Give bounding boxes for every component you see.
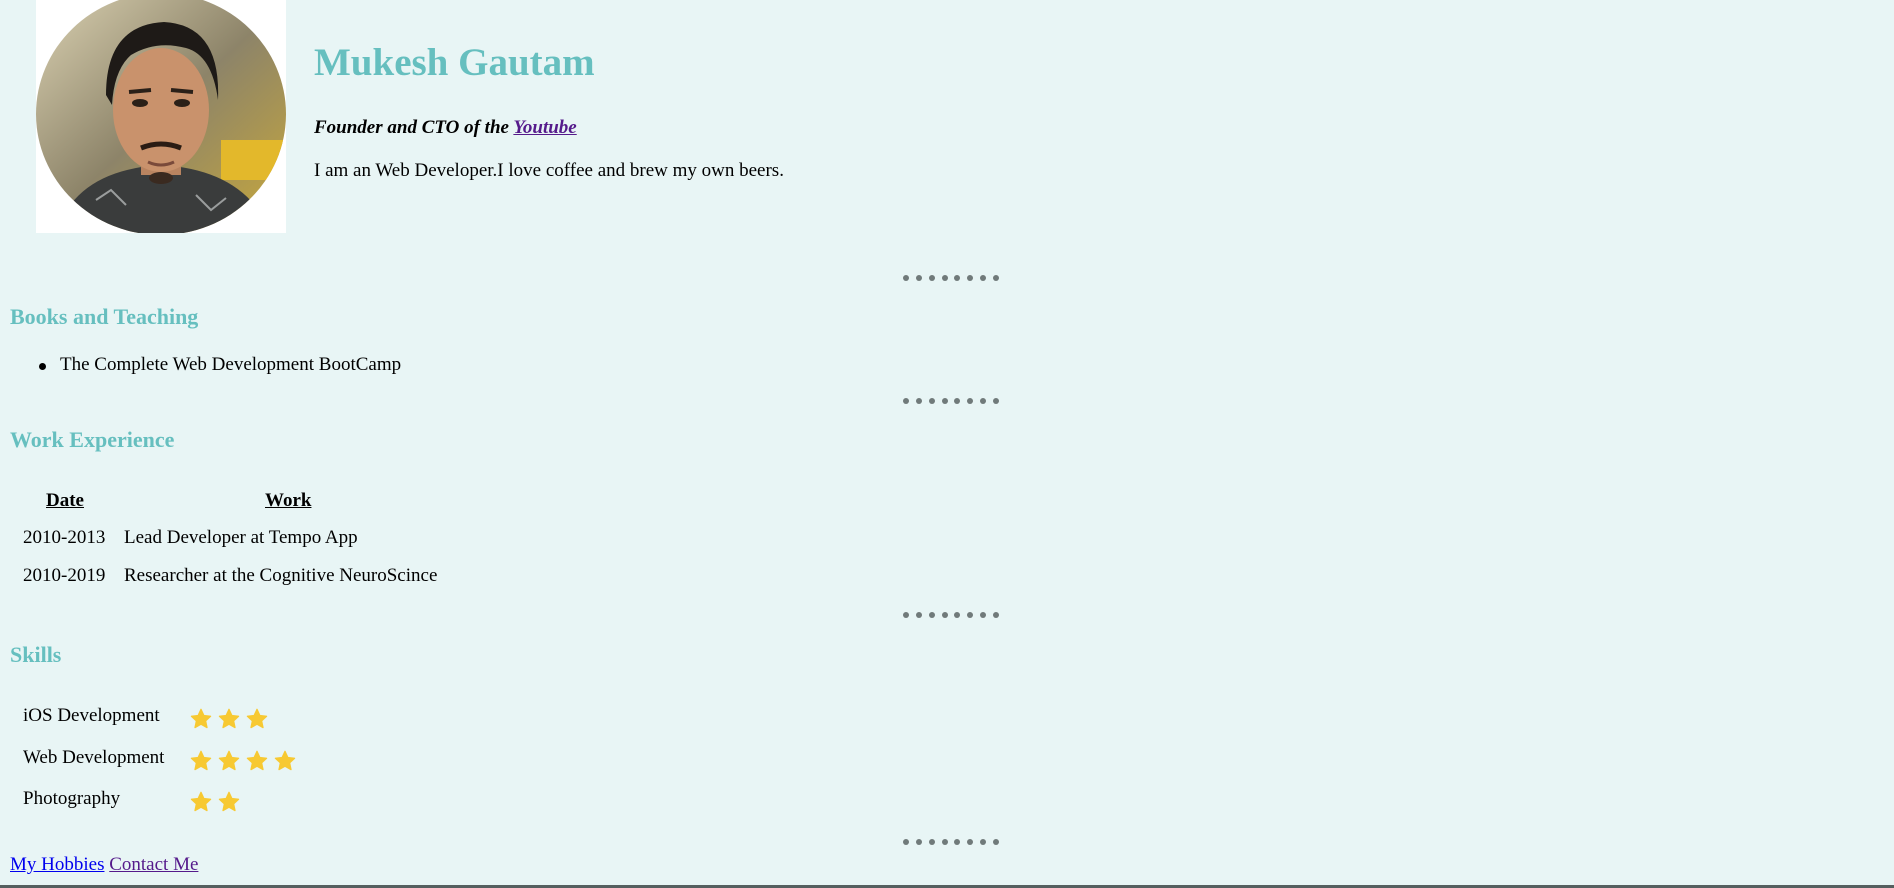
star-rating [190, 750, 296, 772]
skill-name: iOS Development [23, 705, 160, 726]
star-rating [190, 791, 240, 813]
tagline: Founder and CTO of the Youtube [314, 117, 577, 139]
star-icon [218, 791, 240, 812]
contact-link[interactable]: Contact Me [109, 854, 198, 875]
footer-links: My Hobbies Contact Me [10, 854, 198, 876]
table-cell-work: Lead Developer at Tempo App [124, 527, 358, 548]
hobbies-link[interactable]: My Hobbies [10, 854, 104, 875]
dots-divider [903, 839, 999, 845]
avatar-photo [36, 0, 286, 233]
skills-title: Skills [10, 642, 62, 667]
table-header-work: Work [265, 490, 312, 511]
table-cell-date: 2010-2013 [23, 527, 106, 548]
page-title: Mukesh Gautam [314, 41, 595, 84]
table-cell-work: Researcher at the Cognitive NeuroScince [124, 565, 438, 586]
skill-name: Photography [23, 788, 121, 809]
star-icon [190, 708, 212, 729]
star-icon [246, 750, 268, 771]
skill-name: Web Development [23, 747, 165, 768]
list-item: The Complete Web Development BootCamp [10, 354, 401, 376]
table-header-date: Date [46, 490, 84, 511]
star-icon [246, 708, 268, 729]
star-rating [190, 708, 268, 730]
books-title: Books and Teaching [10, 304, 199, 329]
star-icon [190, 791, 212, 812]
youtube-link[interactable]: Youtube [513, 117, 576, 138]
tagline-text: Founder and CTO of the [314, 117, 514, 138]
star-icon [218, 708, 240, 729]
avatar [36, 0, 286, 233]
table-cell-date: 2010-2019 [23, 565, 106, 586]
star-icon [218, 750, 240, 771]
bio-text: I am an Web Developer.I love coffee and … [314, 160, 784, 181]
profile-header: Mukesh Gautam Founder and CTO of the You… [36, 0, 784, 240]
dots-divider [903, 398, 999, 404]
star-icon [274, 750, 296, 771]
work-title: Work Experience [10, 427, 175, 452]
dots-divider [903, 612, 999, 618]
dots-divider [903, 275, 999, 281]
star-icon [190, 750, 212, 771]
books-list: The Complete Web Development BootCamp [10, 354, 401, 376]
